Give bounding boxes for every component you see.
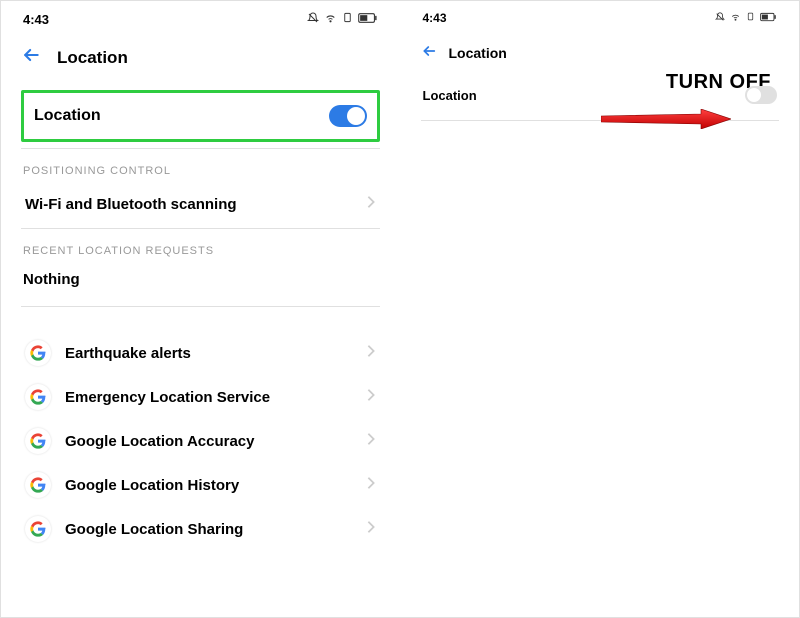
google-location-sharing-label: Google Location Sharing	[65, 521, 243, 538]
status-icons	[715, 11, 777, 25]
earthquake-alerts-label: Earthquake alerts	[65, 345, 191, 362]
wifi-bluetooth-scanning-row[interactable]: Wi-Fi and Bluetooth scanning	[21, 185, 380, 224]
google-icon	[25, 340, 51, 366]
chevron-right-icon	[366, 432, 376, 451]
back-icon[interactable]	[21, 45, 41, 70]
back-icon[interactable]	[421, 43, 437, 62]
right-panel: 4:43 Location TURN OFF Location	[401, 1, 800, 617]
status-bar: 4:43	[421, 11, 780, 25]
page-header: Location	[21, 45, 380, 70]
chevron-right-icon	[366, 195, 376, 214]
wifi-bluetooth-scanning-label: Wi-Fi and Bluetooth scanning	[25, 196, 237, 213]
dnd-icon	[307, 12, 319, 27]
status-time: 4:43	[23, 12, 49, 27]
divider	[21, 228, 380, 229]
sim-icon	[746, 11, 755, 25]
chevron-right-icon	[366, 344, 376, 363]
google-icon	[25, 516, 51, 542]
google-services-list: Earthquake alerts Emergency Location Ser…	[21, 331, 380, 551]
page-title: Location	[57, 48, 128, 68]
google-icon	[25, 384, 51, 410]
location-toggle-highlight: Location	[21, 90, 380, 142]
divider	[21, 306, 380, 307]
google-location-history-label: Google Location History	[65, 477, 239, 494]
status-bar: 4:43	[21, 11, 380, 27]
emergency-location-service-row[interactable]: Emergency Location Service	[21, 375, 380, 419]
location-toggle-label: Location	[423, 88, 477, 103]
google-location-history-row[interactable]: Google Location History	[21, 463, 380, 507]
battery-icon	[358, 12, 378, 27]
google-icon	[25, 428, 51, 454]
divider	[21, 148, 380, 149]
google-location-accuracy-label: Google Location Accuracy	[65, 433, 255, 450]
google-location-accuracy-row[interactable]: Google Location Accuracy	[21, 419, 380, 463]
location-toggle-row[interactable]: Location	[24, 93, 377, 139]
google-location-sharing-row[interactable]: Google Location Sharing	[21, 507, 380, 551]
battery-icon	[760, 11, 777, 25]
chevron-right-icon	[366, 520, 376, 539]
location-toggle-label: Location	[34, 107, 101, 125]
emergency-location-service-label: Emergency Location Service	[65, 389, 270, 406]
wifi-icon	[730, 11, 741, 25]
page-header: Location	[421, 43, 780, 62]
section-recent-requests: RECENT LOCATION REQUESTS	[23, 245, 380, 257]
wifi-icon	[324, 11, 337, 27]
chevron-right-icon	[366, 388, 376, 407]
section-positioning-control: POSITIONING CONTROL	[23, 165, 380, 177]
sim-icon	[342, 11, 353, 27]
annotation-arrow-icon	[601, 109, 731, 129]
location-toggle-off[interactable]	[745, 86, 777, 104]
recent-requests-empty: Nothing	[21, 265, 380, 302]
chevron-right-icon	[366, 476, 376, 495]
status-icons	[307, 11, 378, 27]
location-toggle-on[interactable]	[329, 105, 367, 127]
page-title: Location	[449, 45, 507, 61]
earthquake-alerts-row[interactable]: Earthquake alerts	[21, 331, 380, 375]
google-icon	[25, 472, 51, 498]
left-panel: 4:43 Location Location POSITIO	[1, 1, 401, 617]
dnd-icon	[715, 11, 725, 25]
status-time: 4:43	[423, 11, 447, 25]
